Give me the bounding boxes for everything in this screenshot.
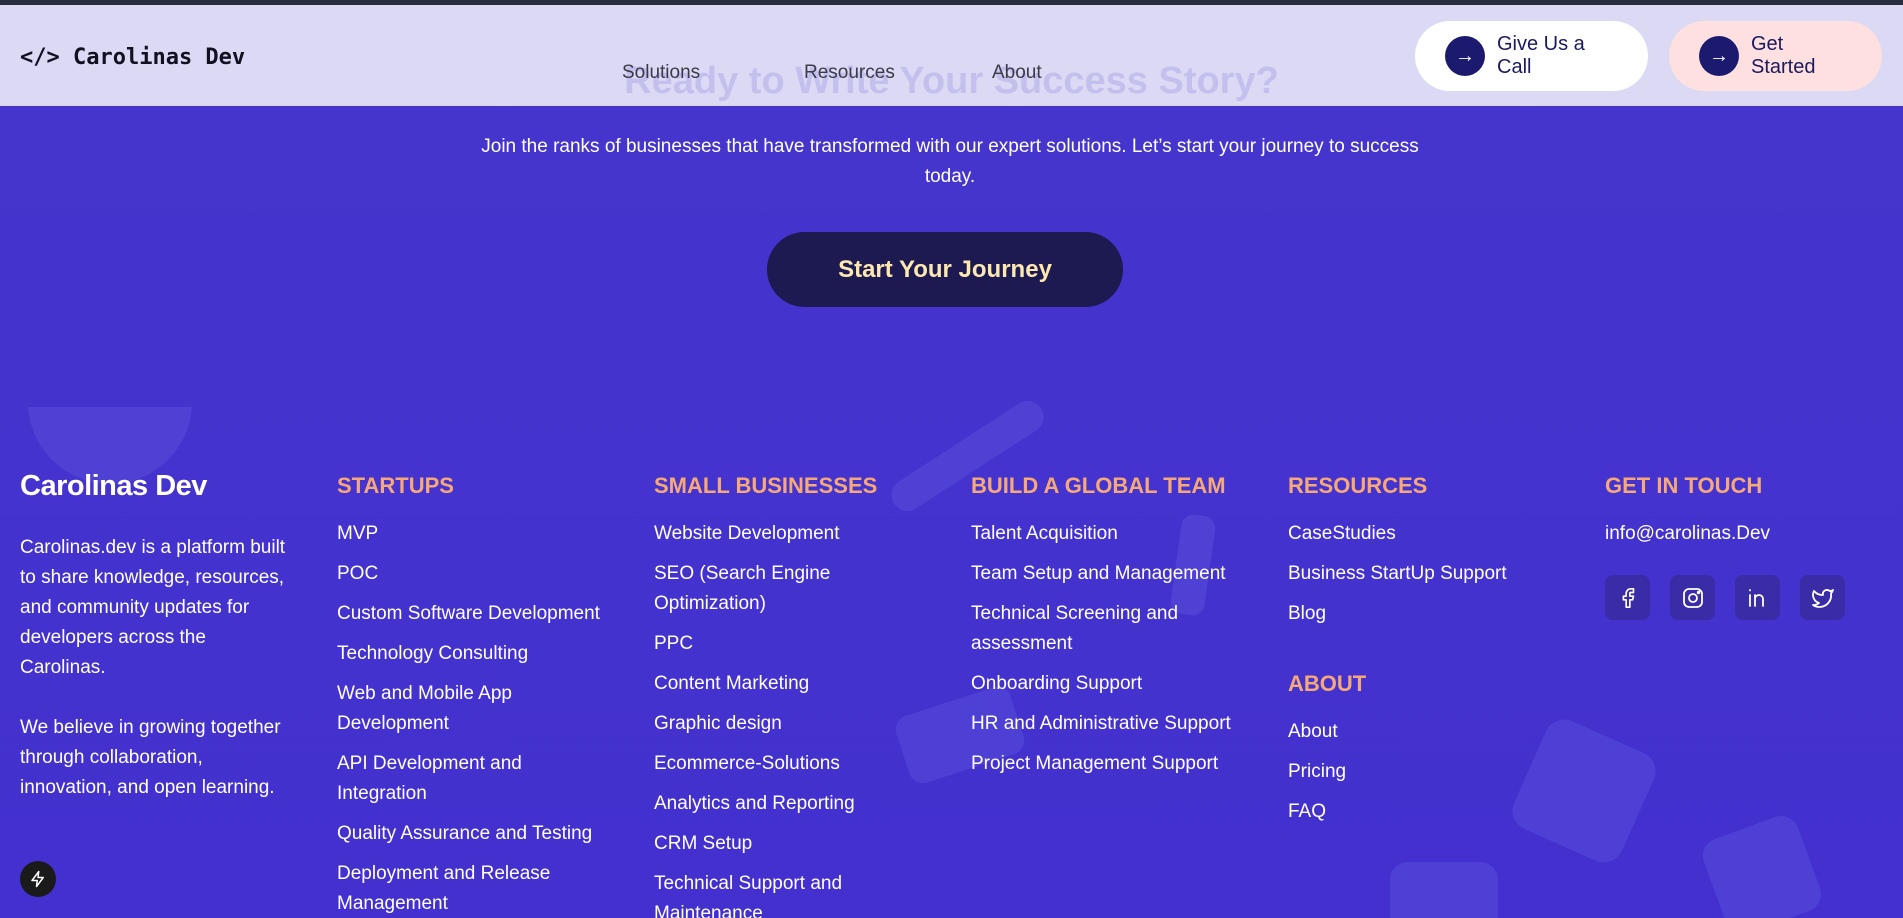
footer-link[interactable]: Custom Software Development <box>337 599 627 629</box>
footer-global-team: BUILD A GLOBAL TEAM Talent Acquisition T… <box>971 470 1261 789</box>
decorative-circle <box>28 407 192 484</box>
arrow-right-icon: → <box>1445 36 1485 76</box>
footer-link[interactable]: Content Marketing <box>654 669 894 699</box>
footer-link[interactable]: PPC <box>654 629 894 659</box>
footer-startups: STARTUPS MVP POC Custom Software Develop… <box>337 470 627 918</box>
footer-heading-small-businesses: SMALL BUSINESSES <box>654 473 878 498</box>
nav-about[interactable]: About <box>992 62 1042 84</box>
footer-list-resources: CaseStudies Business StartUp Support Blo… <box>1288 519 1538 629</box>
footer-link[interactable]: Technology Consulting <box>337 639 627 669</box>
get-started-button[interactable]: → Get Started <box>1669 21 1882 91</box>
instagram-icon[interactable] <box>1670 575 1715 620</box>
footer-link[interactable]: Analytics and Reporting <box>654 789 894 819</box>
footer-contact: GET IN TOUCH info@carolinas.Dev <box>1605 470 1865 620</box>
social-links <box>1605 575 1865 620</box>
give-us-a-call-label: Give Us a Call <box>1497 33 1585 78</box>
footer-list-global-team: Talent Acquisition Team Setup and Manage… <box>971 519 1261 779</box>
footer-link[interactable]: MVP <box>337 519 627 549</box>
footer-link[interactable]: FAQ <box>1288 797 1538 827</box>
footer-link[interactable]: Website Development <box>654 519 894 549</box>
lightning-icon[interactable] <box>20 861 56 897</box>
footer-heading-startups: STARTUPS <box>337 473 454 498</box>
footer-resources: RESOURCES CaseStudies Business StartUp S… <box>1288 470 1538 837</box>
give-us-a-call-button[interactable]: → Give Us a Call <box>1415 21 1648 91</box>
footer-link[interactable]: Project Management Support <box>971 749 1261 779</box>
footer-brand: Carolinas Dev Carolinas.dev is a platfor… <box>20 470 292 803</box>
footer-link[interactable]: Web and Mobile App Development <box>337 679 557 739</box>
decorative-square <box>1390 862 1498 918</box>
cta-description: Join the ranks of businesses that have t… <box>481 136 1419 187</box>
browser-top-edge <box>0 0 1903 5</box>
nav-solutions[interactable]: Solutions <box>622 62 700 84</box>
footer-link[interactable]: Onboarding Support <box>971 669 1261 699</box>
footer-link[interactable]: CRM Setup <box>654 829 894 859</box>
footer-link[interactable]: Quality Assurance and Testing <box>337 819 627 849</box>
footer-link[interactable]: Blog <box>1288 599 1538 629</box>
footer-heading-global-team: BUILD A GLOBAL TEAM <box>971 473 1226 498</box>
footer-list-about: About Pricing FAQ <box>1288 717 1538 827</box>
linkedin-icon[interactable] <box>1735 575 1780 620</box>
footer-heading-about: ABOUT <box>1288 671 1367 696</box>
start-your-journey-button[interactable]: Start Your Journey <box>767 232 1123 307</box>
footer-link[interactable]: API Development and Integration <box>337 749 557 809</box>
facebook-icon[interactable] <box>1605 575 1650 620</box>
footer-list-small-businesses: Website Development SEO (Search Engine O… <box>654 519 894 918</box>
footer-link[interactable]: HR and Administrative Support <box>971 709 1261 739</box>
footer-heading-contact: GET IN TOUCH <box>1605 473 1763 498</box>
footer-link[interactable]: CaseStudies <box>1288 519 1538 549</box>
footer-link[interactable]: Technical Support and Maintenance <box>654 869 864 918</box>
footer-link[interactable]: POC <box>337 559 627 589</box>
footer-link[interactable]: Talent Acquisition <box>971 519 1261 549</box>
footer-link[interactable]: Business StartUp Support <box>1288 559 1538 589</box>
footer-link[interactable]: Team Setup and Management <box>971 559 1261 589</box>
site-header: Ready to Write Your Success Story? </> C… <box>0 5 1903 106</box>
contact-email[interactable]: info@carolinas.Dev <box>1605 519 1865 549</box>
footer-small-businesses: SMALL BUSINESSES Website Development SEO… <box>654 470 894 918</box>
footer-heading-resources: RESOURCES <box>1288 473 1428 498</box>
footer-link[interactable]: SEO (Search Engine Optimization) <box>654 559 854 619</box>
footer-link[interactable]: Ecommerce-Solutions <box>654 749 894 779</box>
arrow-right-icon: → <box>1699 36 1739 76</box>
footer-brand-mission: We believe in growing together through c… <box>20 717 281 798</box>
get-started-label: Get Started <box>1751 33 1816 78</box>
decorative-square <box>1697 810 1827 918</box>
footer-link[interactable]: Pricing <box>1288 757 1538 787</box>
footer-link[interactable]: Deployment and Release Management <box>337 859 577 918</box>
footer-link[interactable]: About <box>1288 717 1538 747</box>
footer-list-startups: MVP POC Custom Software Development Tech… <box>337 519 627 918</box>
footer-list-contact: info@carolinas.Dev <box>1605 519 1865 549</box>
footer-link[interactable]: Technical Screening and assessment <box>971 599 1211 659</box>
footer-brand-title: Carolinas Dev <box>20 470 207 502</box>
footer-brand-description: Carolinas.dev is a platform built to sha… <box>20 537 286 678</box>
footer-link[interactable]: Graphic design <box>654 709 894 739</box>
nav-resources[interactable]: Resources <box>804 62 895 84</box>
twitter-icon[interactable] <box>1800 575 1845 620</box>
